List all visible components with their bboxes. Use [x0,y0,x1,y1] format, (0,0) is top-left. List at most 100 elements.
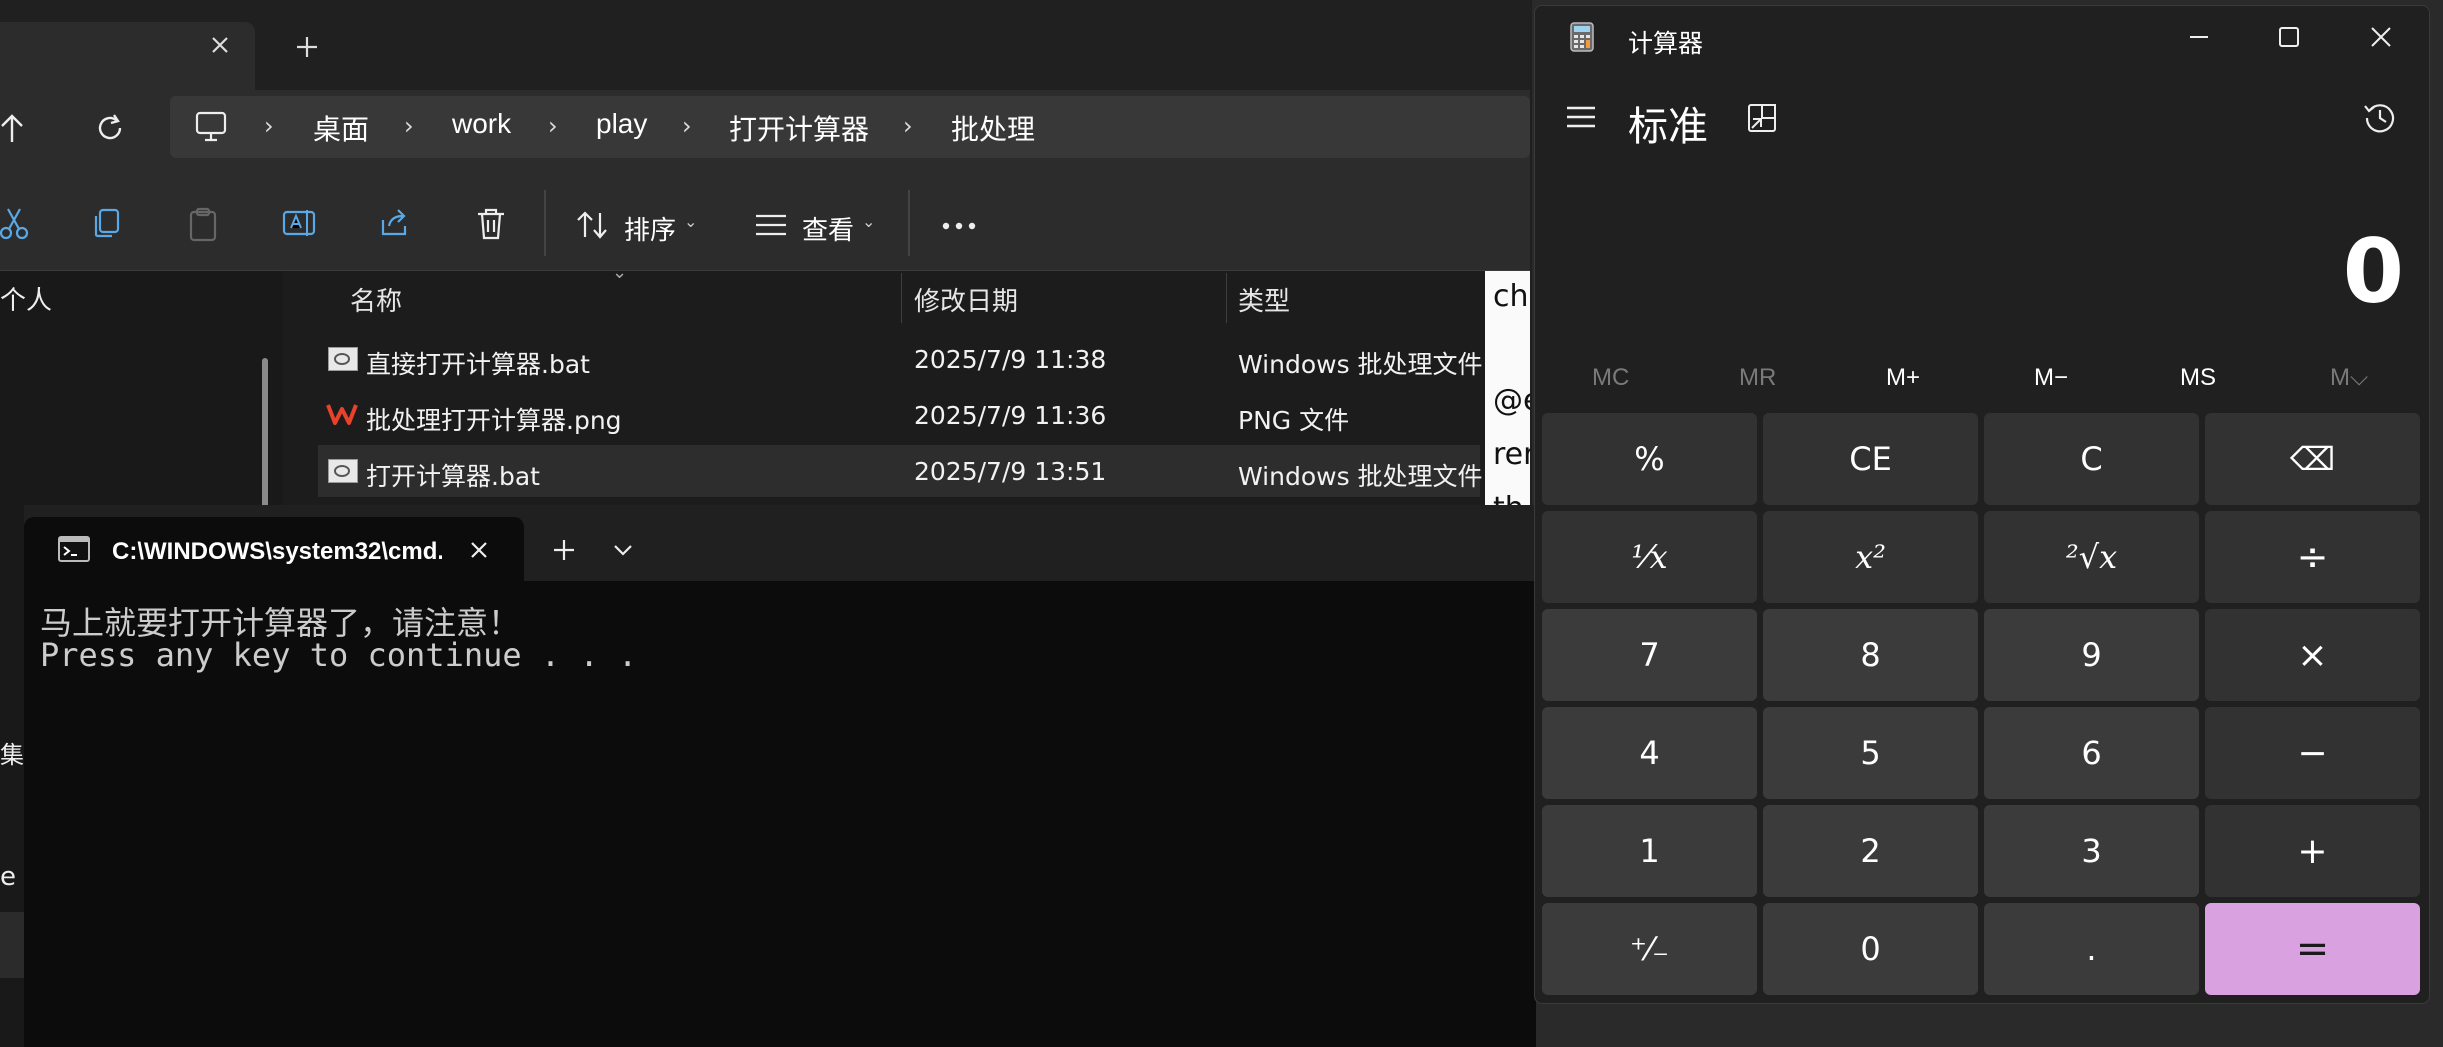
more-options-icon[interactable] [940,220,980,232]
column-header-modified[interactable]: 修改日期 [914,281,1018,318]
digit-1-button[interactable]: 1 [1542,805,1757,897]
column-divider[interactable] [1226,273,1227,323]
divide-button[interactable]: ÷ [2205,511,2420,603]
toolbar-separator [908,190,910,256]
sort-icon[interactable] [576,209,610,241]
new-tab-icon[interactable] [292,32,322,62]
breadcrumb-play[interactable]: play [596,108,647,140]
calculator-title: 计算器 [1628,29,1704,58]
sort-indicator-icon: ⌄ [612,262,628,283]
maximize-icon[interactable] [2274,22,2304,52]
file-modified: 2025/7/9 13:51 [914,457,1107,486]
nav-item-e[interactable]: e [0,862,16,892]
column-header-type[interactable]: 类型 [1238,281,1290,318]
file-type: Windows 批处理文件 [1238,350,1483,379]
preview-text: ch [1493,279,1529,314]
decimal-button[interactable]: . [1984,903,2199,995]
equals-button[interactable]: = [2205,903,2420,995]
square-root-button[interactable]: ²√x [1984,511,2199,603]
chevron-right-icon: › [404,112,414,140]
percent-button[interactable]: % [1542,413,1757,505]
nav-item-selected[interactable] [0,912,26,978]
digit-2-button[interactable]: 2 [1763,805,1978,897]
square-button[interactable]: x² [1763,511,1978,603]
delete-icon[interactable] [474,206,508,242]
file-name: 打开计算器.bat [366,462,540,491]
digit-8-button[interactable]: 8 [1763,609,1978,701]
digit-6-button[interactable]: 6 [1984,707,2199,799]
history-icon[interactable] [2362,100,2398,136]
clear-entry-button[interactable]: CE [1763,413,1978,505]
digit-5-button[interactable]: 5 [1763,707,1978,799]
negate-button[interactable]: ⁺⁄₋ [1542,903,1757,995]
new-tab-icon[interactable] [549,535,579,565]
memory-recall-button[interactable]: MR [1739,364,1776,392]
chevron-right-icon: › [903,112,913,140]
chevron-right-icon: › [682,112,692,140]
breadcrumb-work[interactable]: work [452,108,511,140]
close-tab-icon[interactable] [205,30,235,60]
file-row[interactable]: 批处理打开计算器.png 2025/7/9 11:36 PNG 文件 [318,389,1480,441]
calculator-mode-title: 标准 [1628,104,1708,150]
wps-image-icon [326,401,358,427]
column-header-name[interactable]: 名称 [350,281,402,318]
file-name: 批处理打开计算器.png [366,406,622,435]
close-icon[interactable] [2366,22,2396,52]
cmd-tab-title: C:\WINDOWS\system32\cmd.e [112,538,442,565]
memory-clear-button[interactable]: MC [1592,364,1629,392]
breadcrumb-open-calculator[interactable]: 打开计算器 [729,108,869,148]
subtract-button[interactable]: − [2205,707,2420,799]
memory-store-button[interactable]: MS [2180,364,2216,392]
digit-9-button[interactable]: 9 [1984,609,2199,701]
calculator-app-icon [1570,22,1594,52]
up-arrow-icon[interactable] [0,110,30,146]
file-name: 直接打开计算器.bat [366,350,590,379]
nav-item-personal[interactable]: 个人 [0,280,52,317]
keep-on-top-icon[interactable] [1746,102,1778,134]
digit-0-button[interactable]: 0 [1763,903,1978,995]
preview-text: @e [1493,383,1530,418]
hamburger-menu-icon[interactable] [1564,100,1598,134]
chevron-down-icon: ⌄ [684,212,698,231]
copy-icon[interactable] [90,206,124,240]
reciprocal-button[interactable]: ¹⁄x [1542,511,1757,603]
column-divider[interactable] [901,273,902,323]
file-type: Windows 批处理文件 [1238,462,1483,491]
view-button[interactable]: 查看 [802,210,854,247]
close-tab-icon[interactable] [464,535,494,565]
refresh-icon[interactable] [92,110,128,146]
chevron-down-icon[interactable] [610,540,636,560]
memory-subtract-button[interactable]: M− [2034,364,2068,392]
clear-button[interactable]: C [1984,413,2199,505]
cmd-window[interactable] [24,505,1536,1047]
chevron-right-icon: › [548,112,558,140]
file-row[interactable]: 打开计算器.bat 2025/7/9 13:51 Windows 批处理文件 [318,445,1483,497]
digit-3-button[interactable]: 3 [1984,805,2199,897]
preview-text: rer [1493,437,1530,472]
breadcrumb-batch[interactable]: 批处理 [951,108,1035,148]
paste-icon [186,206,220,242]
multiply-button[interactable]: × [2205,609,2420,701]
chevron-down-icon: ⌄ [862,212,876,231]
file-row[interactable]: 直接打开计算器.bat 2025/7/9 11:38 Windows 批处理文件 [318,333,1483,385]
backspace-button[interactable]: ⌫ [2205,413,2420,505]
cut-icon[interactable] [0,205,30,241]
chevron-right-icon: › [264,112,274,140]
digit-7-button[interactable]: 7 [1542,609,1757,701]
file-modified: 2025/7/9 11:36 [914,401,1107,430]
view-icon[interactable] [754,212,788,238]
breadcrumb-desktop[interactable]: 桌面 [313,108,369,148]
rename-icon[interactable] [281,206,317,240]
cmd-output-line: Press any key to continue . . . [40,636,638,674]
sort-button[interactable]: 排序 [624,210,676,247]
this-pc-icon [193,110,229,144]
add-button[interactable]: + [2205,805,2420,897]
share-icon[interactable] [377,206,413,240]
minimize-icon[interactable] [2184,22,2214,52]
memory-list-button[interactable]: M⌵ [2330,364,2368,392]
bat-file-icon [328,459,358,483]
file-modified: 2025/7/9 11:38 [914,345,1107,374]
cmd-app-icon [58,536,90,562]
memory-add-button[interactable]: M+ [1886,364,1920,392]
digit-4-button[interactable]: 4 [1542,707,1757,799]
